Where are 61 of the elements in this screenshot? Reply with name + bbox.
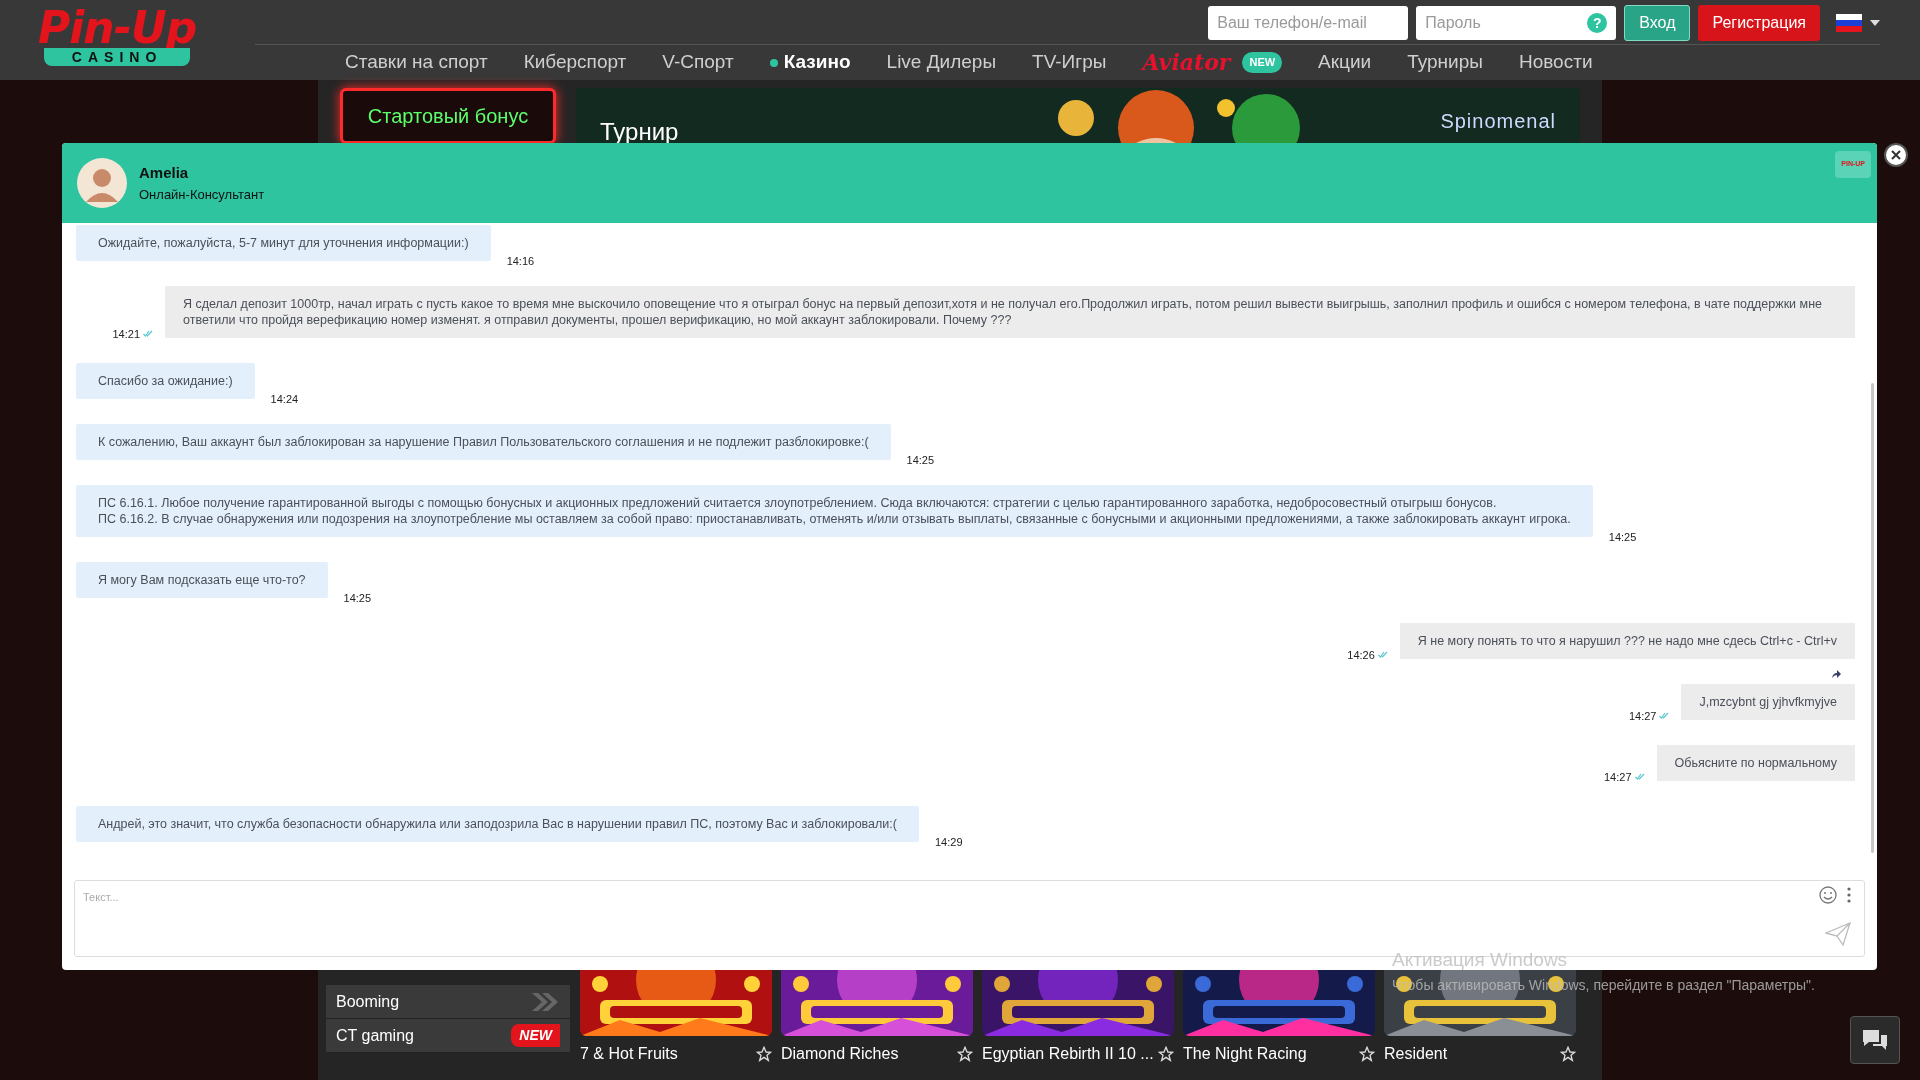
avatar [77,158,127,208]
phone-field[interactable]: Ваш телефон/e-mail [1208,6,1409,40]
star-icon[interactable] [1359,1046,1375,1062]
agent-role: Онлайн-Консультант [139,185,265,204]
new-badge: NEW [1242,52,1283,73]
nav-link[interactable]: Новости [1518,48,1593,77]
close-icon [1891,150,1901,160]
game-title[interactable]: Resident [1384,1042,1448,1066]
star-icon[interactable] [756,1046,772,1062]
agent-message: Я могу Вам подсказать еще что-то? [76,562,328,598]
game-title[interactable]: Diamond Riches [781,1042,899,1066]
user-message: J,mzcybnt gj yjhvfkmyjve [1681,684,1855,720]
message-time: 14:29 [934,834,963,850]
provider-logo: Spinomenal [1440,109,1556,134]
message-time: 14:25 [906,452,935,468]
user-message: Я сделал депозит 1000тр, начал играть с пусть какое то время мне выскочило оповещение что я отыграл бонус на первый депозит,хотя и не получал его.Продолжил играть, потом решил вывести выигрышь, заполнил профиль и ошибся с номером телефона, в чате поддержки мне ответили что пройдя верефикацию номер изменят. я отправил документы, прошел верификацию, но мой аккаунт заблокировали. Почему ??? [165,286,1855,338]
user-message: Обьясните по нормальному [1656,745,1855,781]
starter-bonus-button[interactable]: Стартовый бонус [340,88,556,144]
message-time: 14:27 [1603,768,1645,785]
user-message: Я не могу понять то что я нарушил ??? не надо мне сдесь Ctrl+c - Ctrl+v [1399,623,1855,659]
star-icon[interactable] [1560,1046,1576,1062]
nav-link[interactable]: V-Спорт [662,48,734,77]
nav-link[interactable]: Турниры [1407,48,1483,77]
message-time: 14:27 [1628,707,1670,724]
nav-link[interactable]: Казино [769,48,851,77]
agent-message: Спасибо за ожидание:) [76,363,255,399]
message-time: 14:25 [343,590,372,606]
message-time: 14:16 [506,253,535,269]
nav-link[interactable]: TV-Игры [1032,48,1107,77]
message-time: 14:24 [270,391,299,407]
logo[interactable]: Pin-Up CASINO [38,8,197,66]
nav-link[interactable]: Киберспорт [523,48,627,77]
provider-item[interactable]: Booming [326,985,570,1019]
message-time: 14:21 [112,325,153,342]
chat-bubbles-icon [1861,1028,1889,1052]
agent-message: Андрей, это значит, что служба безопасности обнаружила или заподозрила Вас в нарушении правил ПС, поэтому Вас и заблокировали:( [76,806,919,842]
emoji-icon[interactable] [1819,886,1837,904]
nav-link[interactable]: Ставки на спорт [345,48,488,77]
agent-message: Ожидайте, пожалуйста, 5-7 минут для уточнения информации:) [76,225,491,261]
language-flag-icon[interactable] [1836,14,1862,32]
game-title[interactable]: 7 & Hot Fruits [580,1042,678,1066]
star-icon[interactable] [1158,1046,1174,1062]
agent-message: К сожалению, Ваш аккаунт был заблокирован за нарушение Правил Пользовательского соглашения и не подлежит разблокировке:( [76,424,891,460]
new-badge: NEW [511,1024,560,1047]
chat-button[interactable] [1850,1016,1900,1064]
message-time: 14:26 [1347,646,1388,663]
chevron-icon [530,990,560,1013]
agent-name: Amelia [139,163,190,183]
provider-item[interactable]: CT gaming NEW [326,1019,570,1053]
game-title[interactable]: Egyptian Rebirth II 10 ... [982,1042,1154,1066]
nav-link[interactable]: Live Дилеры [886,48,997,77]
banner-title: Турнир [600,118,679,147]
star-icon[interactable] [957,1046,973,1062]
game-title[interactable]: The Night Racing [1183,1042,1307,1066]
close-button[interactable] [1884,143,1908,167]
caret-icon[interactable] [1870,20,1880,26]
message-time: 14:25 [1608,529,1637,545]
more-icon[interactable] [1847,886,1851,904]
nav-link[interactable]: Акции [1318,48,1372,77]
register-button[interactable]: Регистрация [1698,5,1820,41]
agent-message: ПС 6.16.1. Любое получение гарантированной выгоды с помощью бонусных и акционных предложений считается злоупотреблением. Сюда включаются: стратегии с целью гарантированного заработка, недобросовестный отыгрыш бонусов. ПС 6.16.2. В случае обнаружения или подозрения на злоупотребление мы оставляем за собой право: приостанавливать, отменять и/или отзывать выплаты, связанные с бонусными и акционными предложениями, а также заблокировать аккаунт игрока. [76,485,1593,537]
